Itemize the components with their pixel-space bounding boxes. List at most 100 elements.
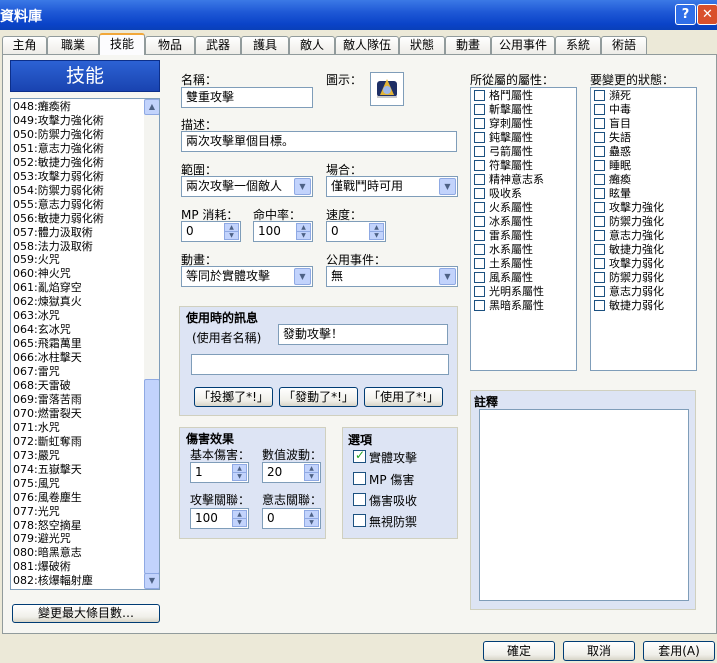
state-checkbox[interactable]: [594, 230, 605, 241]
mp-cost-input[interactable]: 0 ▲ ▼: [181, 221, 241, 242]
state-checkbox[interactable]: [594, 104, 605, 115]
element-checkbox[interactable]: [474, 230, 485, 241]
skill-item[interactable]: 071:水咒: [13, 421, 60, 435]
element-checkbox[interactable]: [474, 216, 485, 227]
description-input[interactable]: 兩次攻擊單個目標。: [181, 131, 457, 152]
states-list[interactable]: 瀕死 中毒 盲目 失語 蠱惑 睡眠 癱瘓 眩暈 攻擊力強化 防禦力強化 意志力強化 敏捷力強化 攻擊力弱…: [590, 87, 697, 371]
skill-item[interactable]: 060:神火咒: [13, 267, 71, 281]
tab-items[interactable]: 物品: [145, 36, 195, 55]
element-checkbox[interactable]: [474, 300, 485, 311]
state-checkbox[interactable]: [594, 272, 605, 283]
notes-textarea[interactable]: [479, 409, 689, 601]
tab-common-events[interactable]: 公用事件: [491, 36, 555, 55]
skill-item[interactable]: 067:雷咒: [13, 365, 60, 379]
int-relation-input[interactable]: 0 ▲ ▼: [262, 508, 321, 529]
element-checkbox[interactable]: [474, 160, 485, 171]
chevron-down-icon[interactable]: ▼: [439, 268, 456, 285]
element-checkbox[interactable]: [474, 90, 485, 101]
skill-item[interactable]: 048:癱瘓術: [13, 100, 71, 114]
change-max-button[interactable]: 變更最大條目數…: [12, 604, 160, 623]
state-checkbox[interactable]: [594, 188, 605, 199]
skill-item[interactable]: 049:攻擊力強化術: [13, 114, 104, 128]
skill-item[interactable]: 061:亂焰穿空: [13, 281, 82, 295]
atk-relation-input[interactable]: 100 ▲ ▼: [190, 508, 249, 529]
skill-item[interactable]: 056:敏捷力弱化術: [13, 212, 104, 226]
activated-button[interactable]: 「發動了*!」: [279, 387, 358, 407]
tab-classes[interactable]: 職業: [47, 36, 99, 55]
close-button[interactable]: ✕: [697, 4, 717, 25]
element-checkbox[interactable]: [474, 272, 485, 283]
state-checkbox[interactable]: [594, 174, 605, 185]
skill-item[interactable]: 057:體力汲取術: [13, 226, 93, 240]
physical-attack-checkbox[interactable]: [353, 448, 366, 463]
spin-down-icon[interactable]: ▼: [232, 518, 247, 527]
thrown-button[interactable]: 「投擲了*!」: [194, 387, 273, 407]
message-line2-input[interactable]: [191, 354, 449, 375]
skill-item[interactable]: 052:敏捷力強化術: [13, 156, 104, 170]
skill-item[interactable]: 055:意志力弱化術: [13, 198, 104, 212]
chevron-down-icon[interactable]: ▼: [294, 268, 311, 285]
skill-item[interactable]: 072:斷虹奪雨: [13, 435, 82, 449]
state-checkbox[interactable]: [594, 160, 605, 171]
skill-item[interactable]: 064:玄冰咒: [13, 323, 71, 337]
name-input[interactable]: 雙重攻擊: [181, 87, 313, 108]
spin-down-icon[interactable]: ▼: [224, 231, 239, 240]
skill-item[interactable]: 059:火咒: [13, 253, 60, 267]
element-checkbox[interactable]: [474, 132, 485, 143]
variance-input[interactable]: 20 ▲ ▼: [262, 462, 321, 483]
hit-rate-input[interactable]: 100 ▲ ▼: [253, 221, 313, 242]
tab-states[interactable]: 狀態: [399, 36, 445, 55]
help-button[interactable]: ?: [675, 4, 696, 25]
element-checkbox[interactable]: [474, 258, 485, 269]
scope-select[interactable]: 兩次攻擊一個敵人 ▼: [181, 176, 313, 197]
used-button[interactable]: 「使用了*!」: [364, 387, 443, 407]
spin-down-icon[interactable]: ▼: [232, 472, 247, 481]
absorb-damage-checkbox[interactable]: [353, 493, 366, 506]
skill-item[interactable]: 074:五嶽擊天: [13, 463, 82, 477]
state-checkbox[interactable]: [594, 132, 605, 143]
skill-item[interactable]: 063:冰咒: [13, 309, 60, 323]
skill-item[interactable]: 066:冰柱擊天: [13, 351, 82, 365]
element-checkbox[interactable]: [474, 118, 485, 129]
chevron-down-icon[interactable]: ▼: [439, 178, 456, 195]
tab-terms[interactable]: 術語: [601, 36, 647, 55]
mp-damage-checkbox[interactable]: [353, 472, 366, 485]
element-checkbox[interactable]: [474, 202, 485, 213]
skill-item[interactable]: 054:防禦力弱化術: [13, 184, 104, 198]
spin-down-icon[interactable]: ▼: [304, 518, 319, 527]
occasion-select[interactable]: 僅戰鬥時可用 ▼: [326, 176, 458, 197]
state-checkbox[interactable]: [594, 258, 605, 269]
animation-select[interactable]: 等同於實體攻擊 ▼: [181, 266, 313, 287]
skill-item[interactable]: 078:怒空摘星: [13, 519, 82, 533]
element-checkbox[interactable]: [474, 104, 485, 115]
tab-armors[interactable]: 護具: [241, 36, 289, 55]
state-checkbox[interactable]: [594, 216, 605, 227]
speed-input[interactable]: 0 ▲ ▼: [326, 221, 386, 242]
skill-item[interactable]: 082:核爆輻射塵: [13, 574, 93, 588]
skill-item[interactable]: 053:攻擊力弱化術: [13, 170, 104, 184]
tab-animations[interactable]: 動畫: [445, 36, 491, 55]
skill-item[interactable]: 075:風咒: [13, 477, 60, 491]
state-checkbox[interactable]: [594, 202, 605, 213]
scroll-up-icon[interactable]: ▲: [144, 99, 159, 115]
state-checkbox[interactable]: [594, 90, 605, 101]
scroll-down-icon[interactable]: ▼: [144, 573, 159, 589]
tab-weapons[interactable]: 武器: [195, 36, 241, 55]
elements-list[interactable]: 格鬥屬性 斬擊屬性 穿刺屬性 鈍擊屬性 弓箭屬性 符擊屬性 精神意志系 吸收系 火系屬性 冰系屬性…: [470, 87, 577, 371]
message-line1-input[interactable]: 發動攻擊！: [278, 324, 448, 345]
spin-down-icon[interactable]: ▼: [296, 231, 311, 240]
element-checkbox[interactable]: [474, 244, 485, 255]
spin-down-icon[interactable]: ▼: [304, 472, 319, 481]
tab-system[interactable]: 系統: [555, 36, 601, 55]
tab-actors[interactable]: 主角: [2, 36, 47, 55]
element-checkbox[interactable]: [474, 174, 485, 185]
skill-item[interactable]: 079:避光咒: [13, 532, 71, 546]
skill-item[interactable]: 081:爆破術: [13, 560, 71, 574]
skill-item[interactable]: 050:防禦力強化術: [13, 128, 104, 142]
skill-item[interactable]: 080:暗黑意志: [13, 546, 82, 560]
state-checkbox[interactable]: [594, 244, 605, 255]
tab-skills[interactable]: 技能: [99, 33, 145, 55]
skill-item[interactable]: 073:嚴咒: [13, 449, 60, 463]
skill-item[interactable]: 069:雷落苦雨: [13, 393, 82, 407]
skill-item[interactable]: 070:燃雷裂天: [13, 407, 82, 421]
